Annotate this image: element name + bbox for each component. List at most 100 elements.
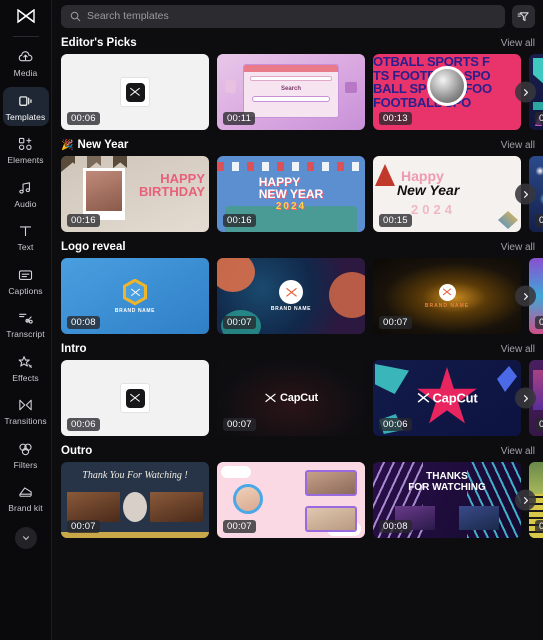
template-card-football-sports[interactable]: OTBALL SPORTS FTS FOOTBALL SPOBALL SPORT… [373,54,521,130]
duration-badge: 00:06 [67,112,100,125]
template-row: 00:06 CapCut 00:07 CapCut00:06 00 [52,360,543,436]
template-row: 00:06 Search 00:11 OTBALL SPORTS F TS FOOTBA… [52,54,543,130]
duration-badge: 00 [535,520,543,533]
template-card-browser-search[interactable]: Search 00:11 [217,54,365,130]
duration-badge: 00 [535,316,543,329]
template-card-capcut-dark[interactable]: CapCut 00:07 [217,360,365,436]
sidebar-item-elements[interactable]: Elements [3,130,49,170]
sidebar-item-label: Templates [5,111,46,122]
template-card-brand-name-fluid[interactable]: BRAND NAME 00:07 [217,258,365,334]
transcript-icon [16,309,36,327]
sidebar-item-label: Transcript [6,329,45,340]
sidebar-item-media[interactable]: Media [3,43,49,83]
template-row-strip: BRAND NAME 00:08 BRAND NAME 00:07 BRAND NAME… [61,258,543,334]
duration-badge: 00:06 [379,418,412,431]
scroll-next-button[interactable] [515,285,536,307]
transitions-icon [16,396,36,414]
search-input[interactable]: Search templates [61,4,505,28]
thumb-thanks-text: Thank You For Watching ! [82,470,188,481]
scroll-next-button[interactable] [515,183,536,205]
template-row-strip: Thank You For Watching ! 00:07 00:07 THANKS… [61,462,543,538]
template-card-thank-you-watching[interactable]: Thank You For Watching ! 00:07 [61,462,209,538]
capcut-logo[interactable] [0,0,51,34]
duration-badge: 00 [535,418,543,431]
section-title: Logo reveal [61,241,126,253]
section-header: Intro View all [52,338,543,360]
scroll-next-button[interactable] [515,387,536,409]
sidebar-item-filters[interactable]: Filters [3,435,49,475]
scroll-next-button[interactable] [515,489,536,511]
view-all-link[interactable]: View all [501,446,535,457]
scroll-next-button[interactable] [515,81,536,103]
sidebar-item-label: Brand kit [8,503,43,514]
section-emoji: 🎉 [61,139,74,151]
photo-frame [83,168,125,220]
filters-circles-icon [16,440,36,458]
sidebar-item-audio[interactable]: Audio [3,174,49,214]
sidebar-item-effects[interactable]: Effects [3,348,49,388]
thumb-year-text: 2024 [411,202,456,217]
transitions-icon [19,399,32,411]
thumb-thanks-neon-text: THANKS FOR WATCHING [408,471,486,493]
sidebar-item-label: Elements [7,155,44,166]
section-header: Editor's Picks View all [52,32,543,54]
captions-icon [18,269,33,280]
section-title: Intro [61,343,87,355]
sidebar-item-transcript[interactable]: Transcript [3,304,49,344]
sidebar-item-templates[interactable]: Templates [2,86,49,127]
soccer-ball-icon [427,65,467,106]
captions-icon [16,266,36,284]
template-card-pink-collage[interactable]: 00:07 [217,462,365,538]
duration-badge: 00:16 [67,214,100,227]
elements-icon [18,137,32,151]
section-header: Outro View all [52,440,543,462]
template-card-capcut-blank[interactable]: 00:06 [61,54,209,130]
duration-badge: 00 [535,214,543,227]
cloud-upload-icon [16,48,36,66]
search-icon [70,11,81,21]
filter-button[interactable] [512,4,535,28]
template-card-intro-blank[interactable]: 00:06 [61,360,209,436]
template-card-gold-logo-reveal[interactable]: BRAND NAME 00:07 [373,258,521,334]
text-t-icon [16,222,36,240]
duration-badge: 00:07 [223,316,256,329]
view-all-link[interactable]: View all [501,140,535,151]
sidebar-item-captions[interactable]: Captions [3,261,49,301]
view-all-link[interactable]: View all [501,242,535,253]
duration-badge: 00:07 [67,520,100,533]
template-card-thanks-for-watching-neon[interactable]: THANKS FOR WATCHING 00:08 [373,462,521,538]
sidebar-item-label: Captions [8,285,43,296]
view-all-link[interactable]: View all [501,344,535,355]
sidebar-item-brand-kit[interactable]: Brand kit [3,478,49,518]
elements-icon [16,135,36,153]
template-card-happy-new-year-2024[interactable]: HAPPY NEW YEAR 2024 00:16 [217,156,365,232]
duration-badge: 00:16 [223,214,256,227]
duration-badge: 00:07 [223,418,256,431]
duration-badge: 00:13 [379,112,412,125]
brand-kit-icon [16,483,36,501]
view-all-link[interactable]: View all [501,38,535,49]
chevron-right-icon [523,88,528,96]
template-card-capcut-burst[interactable]: CapCut 00:06 [373,360,521,436]
sidebar-nav-list: Media Templates Elements Audio Text Captions T… [0,43,51,522]
transcript-icon [19,313,33,324]
sidebar-item-text[interactable]: Text [3,217,49,257]
filters-circles-icon [19,443,32,455]
template-row: Thank You For Watching ! 00:07 00:07 THANKS… [52,462,543,538]
template-row-strip: 00:06 CapCut 00:07 CapCut00:06 00 [61,360,543,436]
duration-badge: 00:08 [67,316,100,329]
sidebar-item-transitions[interactable]: Transitions [3,391,49,431]
section-title-text: Intro [61,343,87,355]
template-card-happy-birthday[interactable]: HAPPY BIRTHDAY 00:16 [61,156,209,232]
section-intro: Intro View all 00:06 CapCut 00:07 CapCut 00:06… [52,338,543,436]
templates-icon [16,92,36,110]
template-card-brand-name-hexagon[interactable]: BRAND NAME 00:08 [61,258,209,334]
template-row-strip: 00:06 Search 00:11 OTBALL SPORTS F TS FOOTBA… [61,54,543,130]
duration-badge: 00 [535,112,543,125]
thumb-birthday-text: HAPPY BIRTHDAY [139,171,205,199]
sidebar-item-label: Transitions [4,416,47,427]
sidebar-collapse-button[interactable] [14,526,37,549]
template-sections: Editor's Picks View all 00:06 Search 00:11 OT… [52,32,543,538]
template-card-happy-new-year-script[interactable]: Happy New Year 2024 00:15 [373,156,521,232]
thumb-brand-name: BRAND NAME [114,307,156,314]
